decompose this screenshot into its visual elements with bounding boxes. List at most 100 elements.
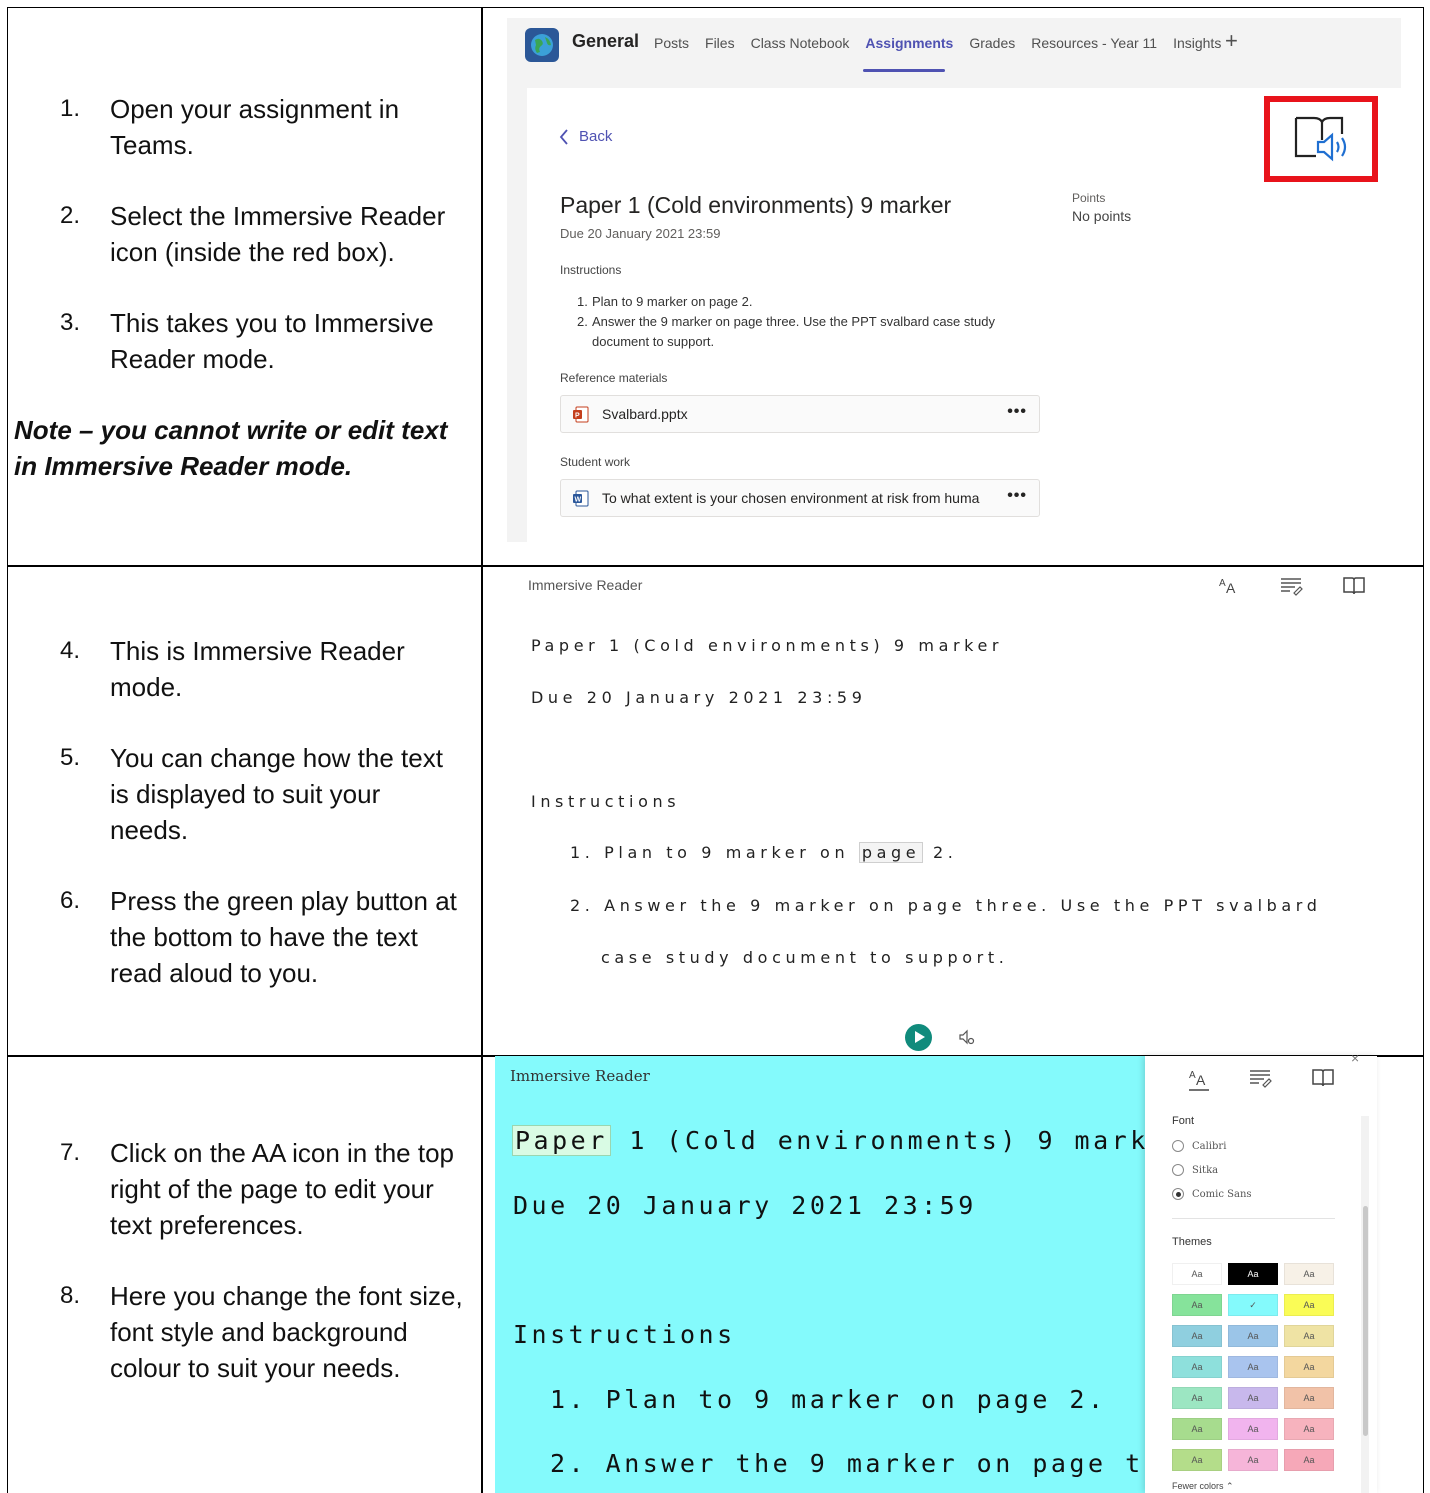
radio-button-selected[interactable] [1172,1188,1184,1200]
instructions-row-1: 1. Open your assignment in Teams. 2. Selec… [14,91,464,484]
reference-file-card[interactable]: P Svalbard.pptx ••• [560,395,1040,433]
theme-swatch[interactable]: Aa [1172,1449,1222,1471]
theme-swatch[interactable]: Aa [1284,1263,1334,1285]
grammar-options-icon[interactable] [1280,576,1304,596]
student-work-file-name: To what extent is your chosen environmen… [602,490,980,506]
step-1: 1. Open your assignment in Teams. [60,94,400,160]
column-divider [481,8,483,1493]
reader-item-2-continued: case study document to support. [601,948,1009,967]
step-8: 8. Here you change the font size, font st… [60,1281,463,1383]
voice-settings-icon[interactable] [958,1028,976,1046]
theme-swatch[interactable]: Aa [1284,1449,1334,1471]
more-options-icon[interactable]: ••• [1007,487,1027,505]
more-options-icon[interactable]: ••• [1007,403,1027,421]
svg-text:A: A [1189,1070,1196,1081]
immersive-reader-highlight-box [1264,96,1378,182]
theme-swatch[interactable]: Aa [1172,1356,1222,1378]
row-divider-1 [8,565,1423,567]
step-4: 4. This is Immersive Reader mode. [60,636,405,702]
step-6: 6. Press the green play button at the bot… [60,886,457,988]
theme-swatch[interactable]: Aa [1228,1263,1278,1285]
globe-icon [525,28,559,62]
step-2: 2. Select the Immersive Reader icon (insi… [60,201,446,267]
theme-swatch-grid: Aa Aa Aa Aa ✓ Aa Aa Aa Aa Aa Aa Aa Aa Aa Aa Aa Aa Aa Aa Aa A… [1172,1263,1334,1471]
theme-swatch[interactable]: Aa [1172,1294,1222,1316]
highlighted-word: Paper [512,1125,611,1156]
step-3: 3. This takes you to Immersive Reader mod… [60,308,434,374]
theme-swatch[interactable]: Aa [1228,1387,1278,1409]
word-file-icon: W [573,490,589,506]
back-button[interactable]: Back [559,128,612,145]
radio-button[interactable] [1172,1164,1184,1176]
reference-file-name: Svalbard.pptx [602,406,688,422]
note-text: Note – you cannot write or edit text in … [14,415,448,481]
theme-swatch[interactable]: Aa [1228,1418,1278,1440]
theme-swatch[interactable]: Aa [1284,1325,1334,1347]
text-preferences-icon[interactable]: AA [1218,576,1240,596]
reference-materials-label: Reference materials [560,371,668,385]
divider [1172,1218,1335,1219]
cyan-due-line: Due 20 January 2021 23:59 [513,1191,977,1220]
highlighted-word: page [858,842,924,863]
tab-class-notebook[interactable]: Class Notebook [751,35,850,51]
scrollbar-thumb[interactable] [1363,1206,1368,1436]
reading-preferences-icon[interactable] [1311,1068,1335,1088]
teams-channel-header: General Posts Files Class Notebook Assig… [507,18,1401,72]
radio-button[interactable] [1172,1140,1184,1152]
theme-swatch[interactable]: Aa [1228,1356,1278,1378]
font-option-calibri[interactable]: Calibri [1172,1140,1226,1152]
assignment-title: Paper 1 (Cold environments) 9 marker [560,192,952,218]
reader-instructions-heading: Instructions [531,792,681,811]
font-label: Font [1172,1115,1195,1127]
powerpoint-file-icon: P [573,406,589,422]
tab-insights[interactable]: Insights [1173,35,1221,51]
theme-swatch[interactable]: ✓ [1228,1294,1278,1316]
theme-swatch[interactable]: Aa [1284,1294,1334,1316]
assignment-card: Back Paper 1 (Cold environments) 9 marke… [527,88,1401,542]
font-option-comic-sans[interactable]: Comic Sans [1172,1188,1252,1200]
cyan-title-line: Paper 1 (Cold environments) 9 marker [512,1125,1145,1156]
tab-assignments[interactable]: Assignments [865,35,953,51]
teams-assignment-screenshot: General Posts Files Class Notebook Assig… [507,18,1401,542]
step-5: 5. You can change how the text is display… [60,743,443,845]
tab-files[interactable]: Files [705,35,735,51]
channel-tabs: Posts Files Class Notebook Assignments G… [654,35,1221,51]
instructions-row-2: 4. This is Immersive Reader mode. 5. You c… [14,633,464,1026]
step-7: 7. Click on the AA icon in the top right … [60,1138,454,1240]
theme-swatch[interactable]: Aa [1228,1449,1278,1471]
theme-swatch[interactable]: Aa [1172,1325,1222,1347]
chevron-left-icon [559,128,568,145]
grammar-options-icon[interactable] [1249,1068,1273,1088]
themes-label: Themes [1172,1236,1212,1248]
fewer-colors-link[interactable]: Fewer colors ⌃ [1172,1481,1234,1492]
reading-preferences-icon[interactable] [1342,576,1366,596]
theme-swatch[interactable]: Aa [1284,1418,1334,1440]
tab-posts[interactable]: Posts [654,35,689,51]
close-icon[interactable]: × [1351,1050,1359,1066]
assignment-due-date: Due 20 January 2021 23:59 [560,226,721,241]
text-preferences-icon[interactable]: AA [1188,1068,1210,1092]
student-work-file-card[interactable]: W To what extent is your chosen environm… [560,479,1040,517]
font-option-sitka[interactable]: Sitka [1172,1164,1218,1176]
team-name: General [572,31,640,51]
play-button[interactable] [905,1024,932,1051]
reader-due-line: Due 20 January 2021 23:59 [531,688,867,707]
immersive-reader-icon[interactable] [1292,114,1352,166]
theme-swatch[interactable]: Aa [1172,1263,1222,1285]
theme-swatch[interactable]: Aa [1228,1325,1278,1347]
add-tab-plus-icon[interactable]: + [1225,30,1238,52]
cyan-item-1: 1. Plan to 9 marker on page 2. [550,1385,1107,1414]
active-tab-indicator [863,69,945,72]
list-item: 2. Answer the 9 marker on page three. Use… [577,314,995,349]
svg-text:A: A [1226,580,1236,596]
theme-swatch[interactable]: Aa [1172,1418,1222,1440]
tab-resources[interactable]: Resources - Year 11 [1031,35,1157,51]
svg-text:A: A [1196,1072,1206,1088]
theme-swatch[interactable]: Aa [1284,1356,1334,1378]
theme-swatch[interactable]: Aa [1172,1387,1222,1409]
tab-grades[interactable]: Grades [969,35,1015,51]
immersive-reader-title: Immersive Reader [528,577,643,593]
reader-item-1: 1. Plan to 9 marker on page 2. [570,842,958,863]
theme-swatch[interactable]: Aa [1284,1387,1334,1409]
svg-text:A: A [1219,578,1226,589]
